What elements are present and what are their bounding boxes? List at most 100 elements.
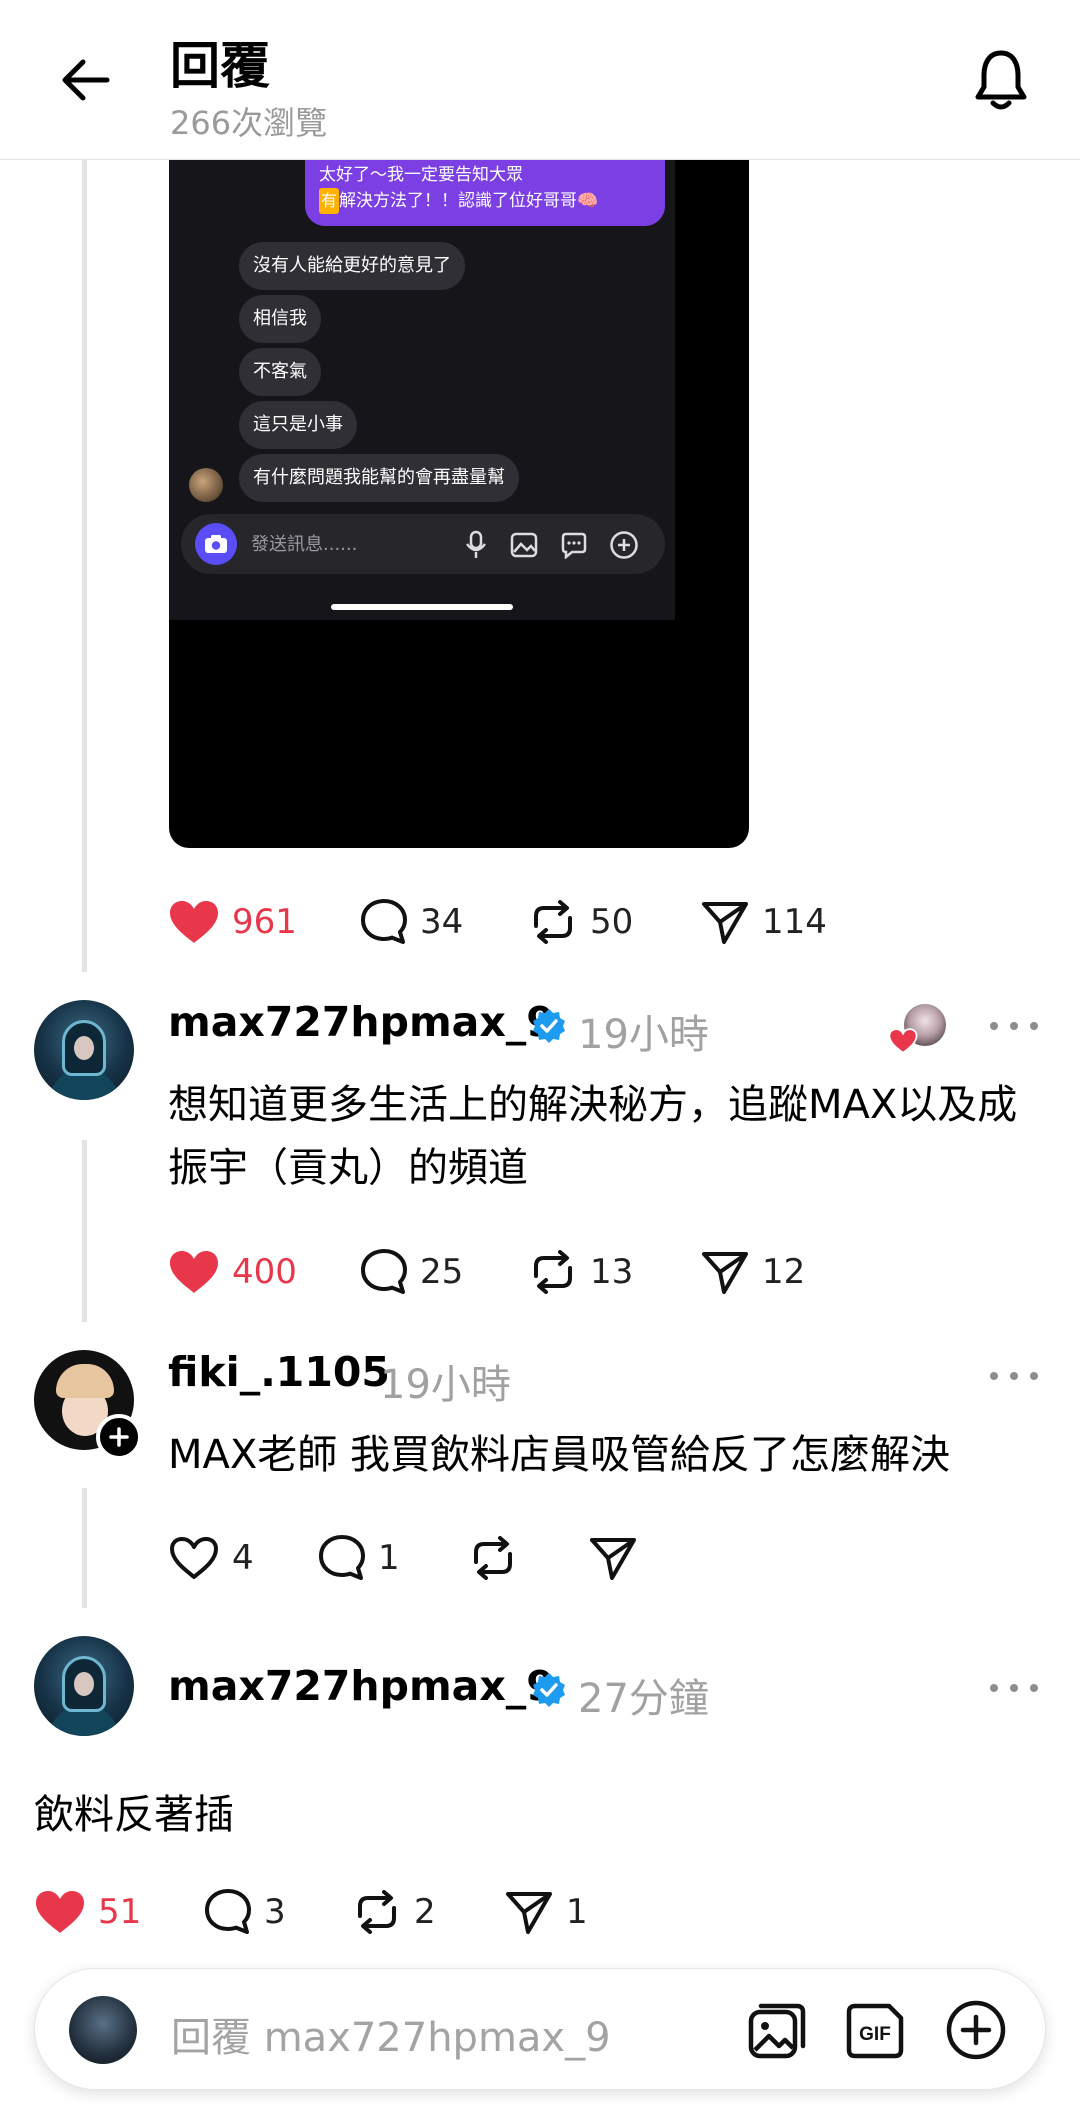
share-count: 1 bbox=[566, 1892, 588, 1932]
like-button[interactable]: 961 bbox=[168, 896, 297, 948]
repost-count: 13 bbox=[590, 1252, 634, 1292]
received-message-bubble: 沒有人能給更好的意見了 bbox=[239, 242, 465, 290]
like-button[interactable]: 51 bbox=[34, 1886, 141, 1938]
repost-icon bbox=[474, 1536, 512, 1580]
heart-filled-icon bbox=[170, 901, 218, 943]
sent-message-bubble: 太好了～我一定要告知大眾 有解決方法了！！認識了位好哥哥🧠 bbox=[305, 160, 665, 226]
microphone-icon bbox=[459, 528, 493, 562]
repost-count: 50 bbox=[590, 902, 634, 942]
comment-icon bbox=[361, 1249, 407, 1294]
notification-bell-icon[interactable] bbox=[968, 44, 1034, 116]
sticker-icon bbox=[557, 528, 591, 562]
chat-screenshot: 太好了～我一定要告知大眾 有解決方法了！！認識了位好哥哥🧠 沒有人能給更好的意見… bbox=[169, 160, 675, 620]
gallery-icon[interactable] bbox=[745, 1997, 811, 2063]
camera-icon bbox=[195, 523, 237, 565]
comment-count: 25 bbox=[420, 1252, 464, 1292]
verified-badge-icon bbox=[533, 1009, 565, 1043]
thread-line bbox=[82, 1140, 87, 1322]
sent-message-badge: 有 bbox=[319, 188, 340, 214]
sent-message-line: 太好了～我一定要告知大眾 bbox=[319, 165, 523, 185]
username[interactable]: max727hpmax_9 bbox=[168, 1662, 555, 1710]
heart-filled-icon bbox=[888, 1028, 918, 1054]
username[interactable]: fiki_.1105 bbox=[168, 1348, 390, 1396]
username[interactable]: max727hpmax_9 bbox=[168, 998, 555, 1046]
reply-action-bar: 4 1 bbox=[168, 1532, 868, 1584]
post-image-screenshot[interactable]: 太好了～我一定要告知大眾 有解決方法了！！認識了位好哥哥🧠 沒有人能給更好的意見… bbox=[169, 160, 749, 848]
like-button[interactable]: 4 bbox=[168, 1532, 254, 1584]
repost-count: 2 bbox=[414, 1892, 436, 1932]
share-count: 12 bbox=[762, 1252, 806, 1292]
received-message-bubble: 有什麼問題我能幫的會再盡量幫 bbox=[239, 454, 519, 502]
share-button[interactable]: 1 bbox=[504, 1886, 588, 1938]
more-options-button[interactable] bbox=[984, 1356, 1044, 1396]
post-time: 27分鐘 bbox=[578, 1676, 709, 1722]
reply-composer[interactable]: 回覆 max727hpmax_9 GIF bbox=[34, 1968, 1046, 2090]
comment-icon bbox=[205, 1889, 251, 1934]
comment-count: 34 bbox=[420, 902, 464, 942]
reply-text: MAX老師 我買飲料店員吸管給反了怎麼解決 bbox=[168, 1432, 950, 1478]
like-count: 961 bbox=[232, 902, 297, 942]
repost-icon bbox=[358, 1890, 396, 1934]
page-title: 回覆 bbox=[170, 37, 270, 95]
like-count: 51 bbox=[98, 1892, 142, 1932]
reply-input-placeholder[interactable]: 回覆 max727hpmax_9 bbox=[171, 2005, 611, 2063]
post-action-bar: 961 34 50 114 bbox=[168, 896, 868, 948]
comment-button[interactable]: 25 bbox=[360, 1246, 463, 1298]
gif-button[interactable]: GIF bbox=[843, 1997, 909, 2063]
comment-button[interactable]: 1 bbox=[318, 1532, 400, 1584]
home-indicator bbox=[331, 604, 513, 610]
verified-badge-icon bbox=[533, 1673, 565, 1707]
image-icon bbox=[507, 528, 541, 562]
add-attachment-icon[interactable] bbox=[943, 1997, 1009, 2063]
more-options-button[interactable] bbox=[984, 1668, 1044, 1708]
like-count: 4 bbox=[232, 1538, 254, 1578]
like-button[interactable]: 400 bbox=[168, 1246, 297, 1298]
back-arrow-icon[interactable] bbox=[50, 48, 120, 112]
follow-plus-button[interactable] bbox=[96, 1414, 142, 1460]
repost-button[interactable]: 50 bbox=[528, 896, 633, 948]
like-count: 400 bbox=[232, 1252, 297, 1292]
received-message-bubble: 不客氣 bbox=[239, 348, 321, 396]
received-message-bubble: 相信我 bbox=[239, 295, 321, 343]
sent-message-line: 解決方法了！！認識了位好哥哥🧠 bbox=[339, 191, 599, 211]
repost-button[interactable]: 13 bbox=[528, 1246, 633, 1298]
share-send-icon bbox=[590, 1538, 636, 1580]
plus-circle-icon bbox=[607, 528, 641, 562]
heart-filled-icon bbox=[170, 1251, 218, 1293]
repost-icon bbox=[534, 900, 572, 944]
current-user-avatar bbox=[69, 1996, 137, 2064]
comment-button[interactable]: 34 bbox=[360, 896, 463, 948]
share-count: 114 bbox=[762, 902, 827, 942]
share-button[interactable] bbox=[588, 1532, 638, 1584]
comment-count: 1 bbox=[378, 1538, 400, 1578]
message-placeholder: 發送訊息...... bbox=[251, 534, 358, 555]
thread-line bbox=[82, 1488, 87, 1608]
reply-action-bar: 51 3 2 1 bbox=[34, 1886, 734, 1938]
avatar[interactable] bbox=[34, 1000, 134, 1100]
avatar[interactable] bbox=[34, 1636, 134, 1736]
share-button[interactable]: 114 bbox=[700, 896, 827, 948]
sender-avatar bbox=[189, 468, 223, 502]
plus-icon bbox=[109, 1427, 129, 1447]
share-send-icon bbox=[506, 1892, 552, 1934]
message-input-bar: 發送訊息...... bbox=[181, 514, 665, 574]
more-options-button[interactable] bbox=[984, 1006, 1044, 1046]
share-send-icon bbox=[702, 1252, 748, 1294]
reply-action-bar: 400 25 13 12 bbox=[168, 1246, 868, 1298]
reply-text: 想知道更多生活上的解決秘方，追蹤MAX以及成振宇（貢丸）的頻道 bbox=[168, 1082, 1018, 1191]
heart-filled-icon bbox=[36, 1891, 84, 1933]
heart-outline-icon bbox=[170, 1537, 218, 1579]
comment-icon bbox=[361, 899, 407, 944]
post-time: 19小時 bbox=[380, 1362, 511, 1408]
reply-text: 飲料反著插 bbox=[34, 1792, 234, 1838]
view-count: 266次瀏覽 bbox=[170, 104, 328, 142]
gif-label: GIF bbox=[859, 2024, 891, 2045]
comment-button[interactable]: 3 bbox=[204, 1886, 286, 1938]
repost-icon bbox=[534, 1250, 572, 1294]
thread-line bbox=[82, 160, 87, 972]
repost-button[interactable] bbox=[468, 1532, 518, 1584]
share-button[interactable]: 12 bbox=[700, 1246, 805, 1298]
post-time: 19小時 bbox=[578, 1012, 709, 1058]
share-send-icon bbox=[702, 902, 748, 944]
repost-button[interactable]: 2 bbox=[352, 1886, 436, 1938]
